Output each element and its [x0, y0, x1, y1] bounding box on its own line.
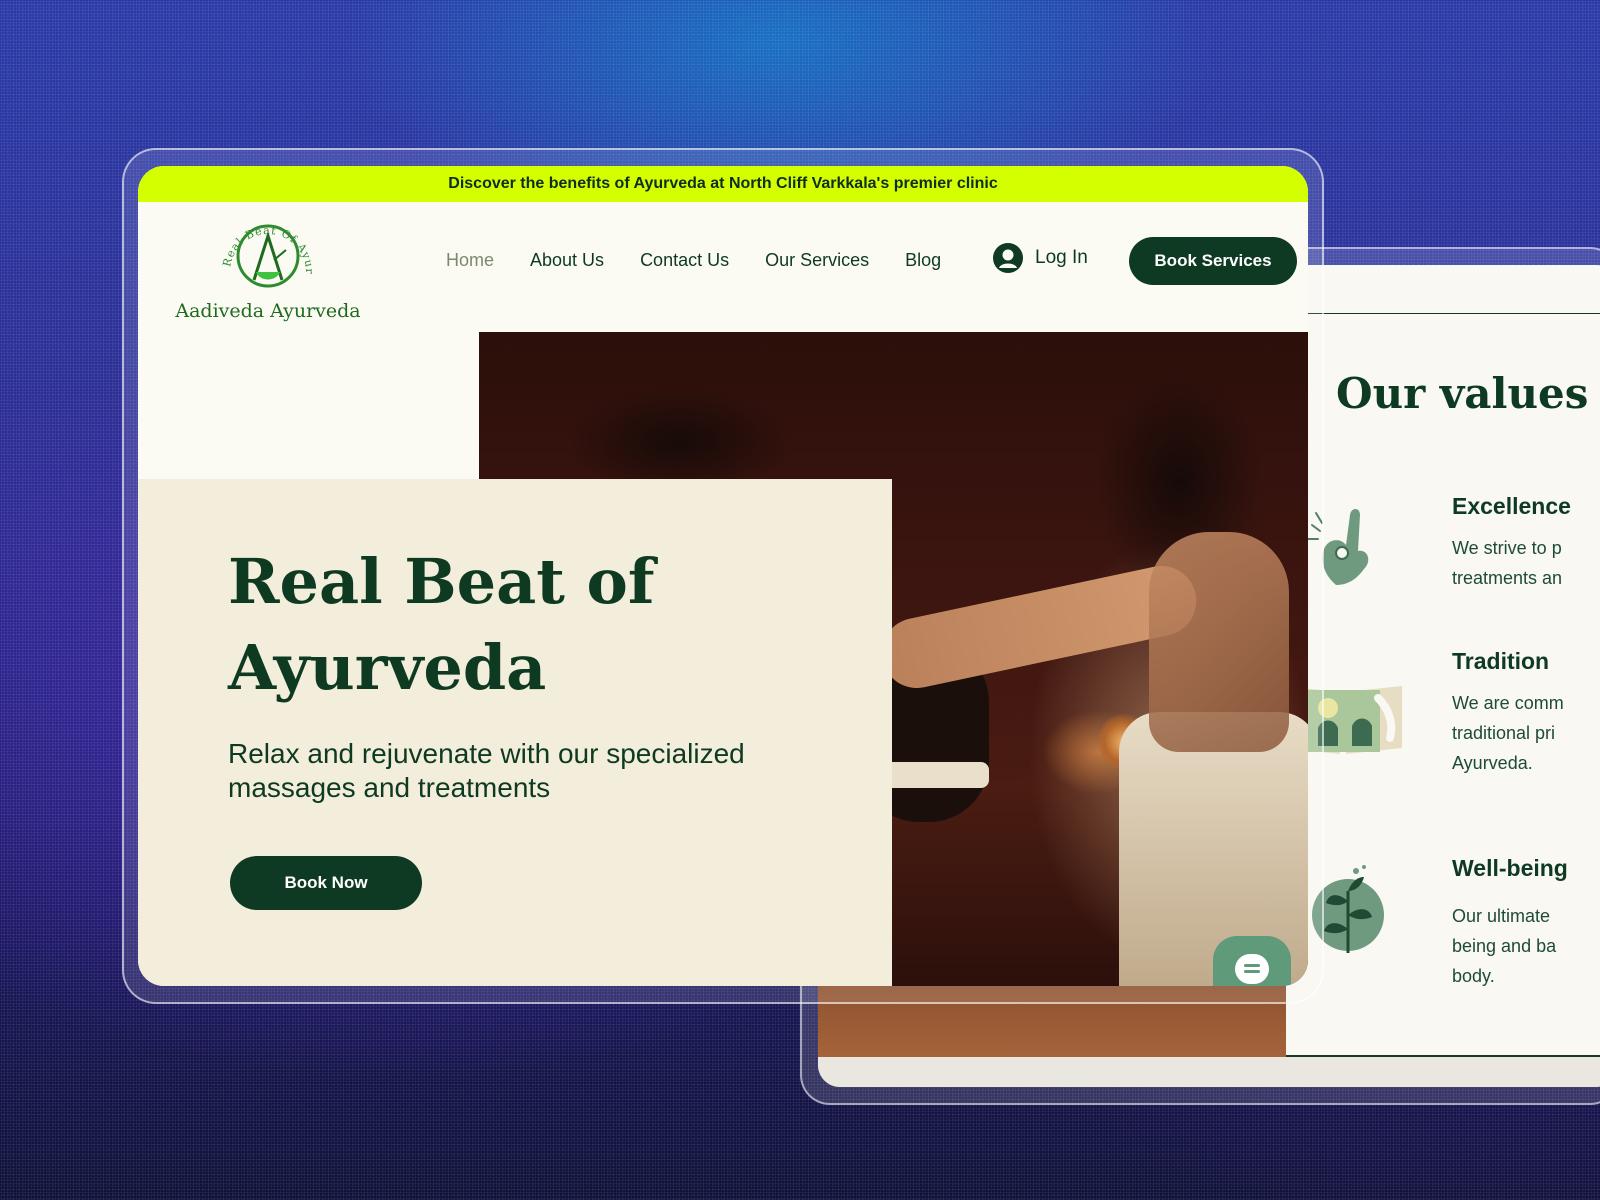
nav-item-home[interactable]: Home [428, 250, 512, 271]
hero-subtitle: Relax and rejuvenate with our specialize… [228, 738, 745, 803]
logo[interactable]: Real Beat Of Ayurveda Aadiveda Ayurveda [163, 200, 368, 328]
hero-title: Real Beat of Ayurveda [228, 545, 655, 704]
main-nav: Home About Us Contact Us Our Services Bl… [428, 250, 959, 271]
nav-item-blog[interactable]: Blog [887, 250, 959, 271]
book-now-button[interactable]: Book Now [230, 856, 422, 910]
user-avatar-icon [993, 243, 1023, 273]
hero-card: Real Beat of Ayurveda Relax and rejuvena… [138, 479, 892, 986]
nav-item-our-services[interactable]: Our Services [747, 250, 887, 271]
chat-icon [1235, 954, 1269, 984]
values-panel-footer [818, 1057, 1600, 1087]
login-button[interactable]: Log In [993, 243, 1088, 273]
divider [1286, 313, 1600, 314]
nav-item-contact-us[interactable]: Contact Us [622, 250, 747, 271]
values-card: Our values Excellence We strive to p tre… [1284, 265, 1600, 1057]
nav-item-about-us[interactable]: About Us [512, 250, 622, 271]
value-text: We are comm traditional pri Ayurveda. [1452, 693, 1564, 773]
value-title: Well-being [1452, 855, 1568, 881]
chat-button[interactable] [1213, 936, 1291, 986]
logo-emblem-icon: Real Beat Of Ayurveda [163, 200, 315, 288]
hero-image-therapist-face [1149, 532, 1289, 752]
book-services-button[interactable]: Book Services [1129, 237, 1297, 285]
announcement-banner: Discover the benefits of Ayurveda at Nor… [138, 166, 1308, 202]
logo-name: Aadiveda Ayurveda [175, 300, 361, 322]
login-label: Log In [1035, 247, 1088, 268]
value-title: Tradition [1452, 648, 1550, 674]
website-window: Discover the benefits of Ayurveda at Nor… [138, 166, 1308, 986]
value-text: Our ultimate being and ba body. [1452, 906, 1557, 986]
value-text: We strive to p treatments an [1452, 538, 1563, 588]
values-heading: Our values [1336, 369, 1589, 418]
value-title: Excellence [1452, 493, 1571, 519]
